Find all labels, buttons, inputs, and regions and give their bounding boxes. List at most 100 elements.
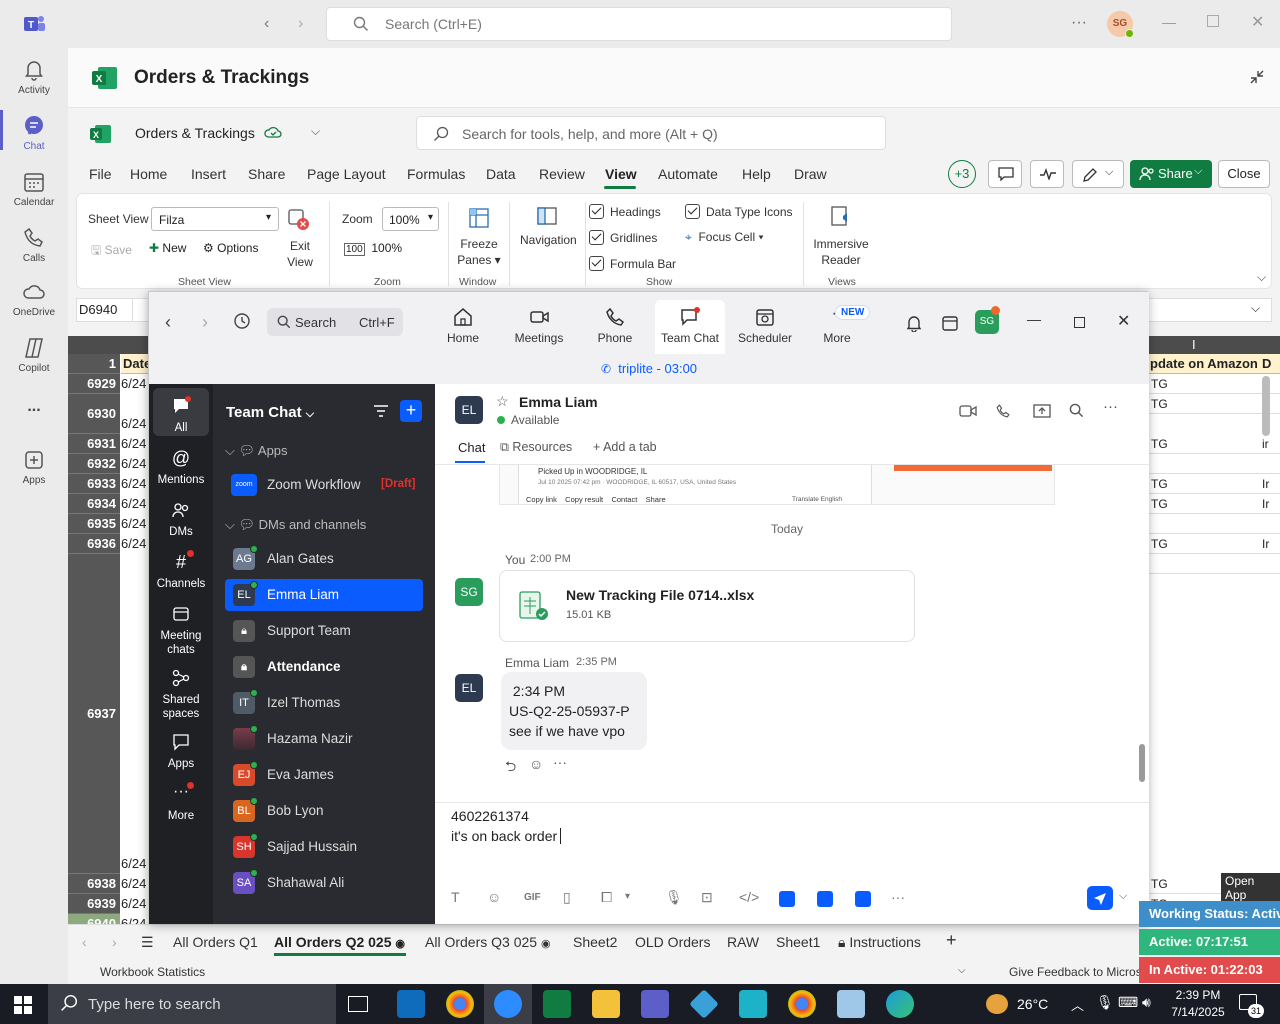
list-item-contact[interactable]: IT Izel Thomas	[225, 687, 423, 719]
menu-data[interactable]: Data	[486, 166, 516, 182]
close-button[interactable]: Close	[1218, 160, 1270, 188]
minimize-button[interactable]: —	[1027, 311, 1041, 327]
rail-shared-spaces[interactable]: Shared spaces	[149, 668, 213, 722]
task-view-icon[interactable]	[348, 996, 368, 1012]
nav-meetings[interactable]: Meetings	[503, 306, 575, 345]
update-cell[interactable]	[1148, 554, 1258, 574]
update-cell[interactable]: TG	[1148, 374, 1258, 394]
emoji-reaction-icon[interactable]: ☺	[529, 756, 543, 772]
more-apps-icon[interactable]: ...	[0, 398, 68, 416]
emoji-icon[interactable]: ☺	[487, 889, 501, 905]
list-item-contact[interactable]: 🔒︎ Support Team	[225, 615, 423, 647]
row-number[interactable]: 6929	[68, 374, 120, 394]
date-cell[interactable]: 6/24	[121, 496, 149, 511]
more-options-icon[interactable]: ···	[891, 889, 905, 905]
network-icon[interactable]: ⌨︎	[1118, 994, 1138, 1011]
row-number[interactable]: 6938	[68, 874, 120, 894]
teams-app-icon[interactable]	[641, 990, 669, 1018]
row-number[interactable]: 6933	[68, 474, 120, 494]
exit-view-button[interactable]: Exit View	[280, 239, 320, 270]
clock-time[interactable]: 2:39 PM	[1173, 988, 1223, 1002]
image-preview[interactable]: Picked Up in WOODRIDGE, IL Jul 10 2025 0…	[499, 465, 1055, 505]
update-cell[interactable]: TG	[1148, 434, 1258, 454]
menu-review[interactable]: Review	[539, 166, 585, 182]
sheet-tab-active[interactable]: All Orders Q2 025 ◉	[274, 934, 405, 950]
minimize-button[interactable]: —	[1162, 14, 1176, 30]
chevron-down-icon[interactable]: ⌵	[1251, 301, 1260, 316]
microphone-icon[interactable]: 🎙︎	[1096, 994, 1114, 1011]
d-cell[interactable]: Ir	[1258, 494, 1280, 514]
rail-more[interactable]: ··· More	[149, 784, 213, 824]
meeting-banner[interactable]: ✆ triplite - 03:00	[149, 354, 1149, 384]
focus-cell-button[interactable]: ⌖ Focus Cell ▾	[685, 230, 764, 245]
back-arrow-icon[interactable]: ‹	[165, 312, 171, 333]
row-number[interactable]: 6935	[68, 514, 120, 534]
sheet-tab[interactable]: RAW	[727, 934, 759, 950]
sender-avatar[interactable]: EL	[455, 674, 483, 702]
menu-file[interactable]: File	[89, 166, 112, 182]
d-cell[interactable]: Ir	[1258, 474, 1280, 494]
windows-start-icon[interactable]	[14, 996, 32, 1014]
calculator-icon[interactable]	[837, 990, 865, 1018]
vertical-scrollbar[interactable]	[1262, 376, 1270, 436]
row-number[interactable]: 1	[68, 354, 120, 374]
row-number[interactable]: 6939	[68, 894, 120, 914]
comments-button[interactable]	[988, 160, 1022, 188]
microphone-icon[interactable]: 🎙︎	[665, 889, 683, 906]
rail-onedrive[interactable]: OneDrive	[0, 280, 68, 318]
date-cell[interactable]: 6/24	[121, 416, 149, 431]
add-tab-button[interactable]: + Add a tab	[593, 440, 657, 454]
tray-chevron-up-icon[interactable]: ︿	[1071, 995, 1084, 1014]
rail-copilot[interactable]: Copilot	[0, 336, 68, 374]
list-item-contact[interactable]: Hazama Nazir	[225, 723, 423, 755]
teams-search-input[interactable]: Search (Ctrl+E)	[326, 7, 952, 41]
row-number[interactable]: 6931	[68, 434, 120, 454]
d-cell[interactable]	[1258, 514, 1280, 534]
sheet-tab[interactable]: All Orders Q3 025 ◉	[425, 934, 551, 950]
row-number[interactable]: 6932	[68, 454, 120, 474]
section-dms[interactable]: ⌵ 💬︎ DMs and channels	[225, 517, 366, 533]
menu-share[interactable]: Share	[248, 166, 285, 182]
menu-automate[interactable]: Automate	[658, 166, 718, 182]
collaborators-count[interactable]: +3	[948, 160, 976, 188]
give-feedback-link[interactable]: Give Feedback to Microso	[1009, 965, 1148, 979]
share-button[interactable]: Share ⌵	[1130, 160, 1212, 188]
row-number[interactable]: 6930	[68, 394, 120, 434]
rail-activity[interactable]: Activity	[0, 58, 68, 96]
rail-apps[interactable]: Apps	[149, 732, 213, 772]
activity-button[interactable]	[1030, 160, 1064, 188]
forward-arrow-icon[interactable]: ›	[298, 15, 303, 33]
maximize-button[interactable]	[1207, 15, 1219, 27]
chevron-down-icon[interactable]: ⌵	[1119, 890, 1127, 903]
tab-chat[interactable]: Chat	[458, 440, 485, 455]
row-number[interactable]: 6934	[68, 494, 120, 514]
temperature[interactable]: 26°C	[1017, 996, 1048, 1012]
date-cell[interactable]: 6/24	[121, 876, 149, 891]
sheet-tab[interactable]: OLD Orders	[635, 934, 710, 950]
close-window-button[interactable]: ✕	[1251, 12, 1264, 32]
rail-apps[interactable]: Apps	[0, 448, 68, 486]
rail-mentions[interactable]: @ Mentions	[149, 448, 213, 488]
file-attachment[interactable]: New Tracking File 0714..xlsx 15.01 KB	[499, 570, 915, 642]
list-item-contact[interactable]: AG Alan Gates	[225, 543, 423, 575]
sheet-list-icon[interactable]: ☰	[141, 934, 154, 951]
clips-icon[interactable]	[855, 891, 871, 907]
close-window-button[interactable]: ✕	[1117, 311, 1130, 331]
date-cell[interactable]: 6/24	[121, 436, 149, 451]
update-cell[interactable]	[1148, 454, 1258, 474]
rail-dms[interactable]: DMs	[149, 500, 213, 540]
date-cell[interactable]: 6/24	[121, 476, 149, 491]
excel-app-icon[interactable]	[543, 990, 571, 1018]
list-item-zoom-workflow[interactable]: zoom Zoom Workflow [Draft]	[225, 469, 423, 501]
rail-calendar[interactable]: Calendar	[0, 170, 68, 208]
update-cell[interactable]	[1148, 514, 1258, 534]
header-cell-update-amazon[interactable]: pdate on Amazon	[1148, 354, 1258, 374]
calendar-icon[interactable]	[941, 314, 959, 332]
zoom-100-button[interactable]: 100 100%	[344, 241, 402, 256]
star-icon[interactable]: ☆	[496, 393, 509, 410]
nav-scheduler[interactable]: Scheduler	[729, 306, 801, 345]
editing-mode-button[interactable]: ⌵	[1072, 160, 1124, 188]
menu-view[interactable]: View	[605, 166, 637, 182]
rail-chat[interactable]: Chat	[0, 114, 68, 152]
rail-meeting-chats[interactable]: Meeting chats	[149, 604, 213, 658]
